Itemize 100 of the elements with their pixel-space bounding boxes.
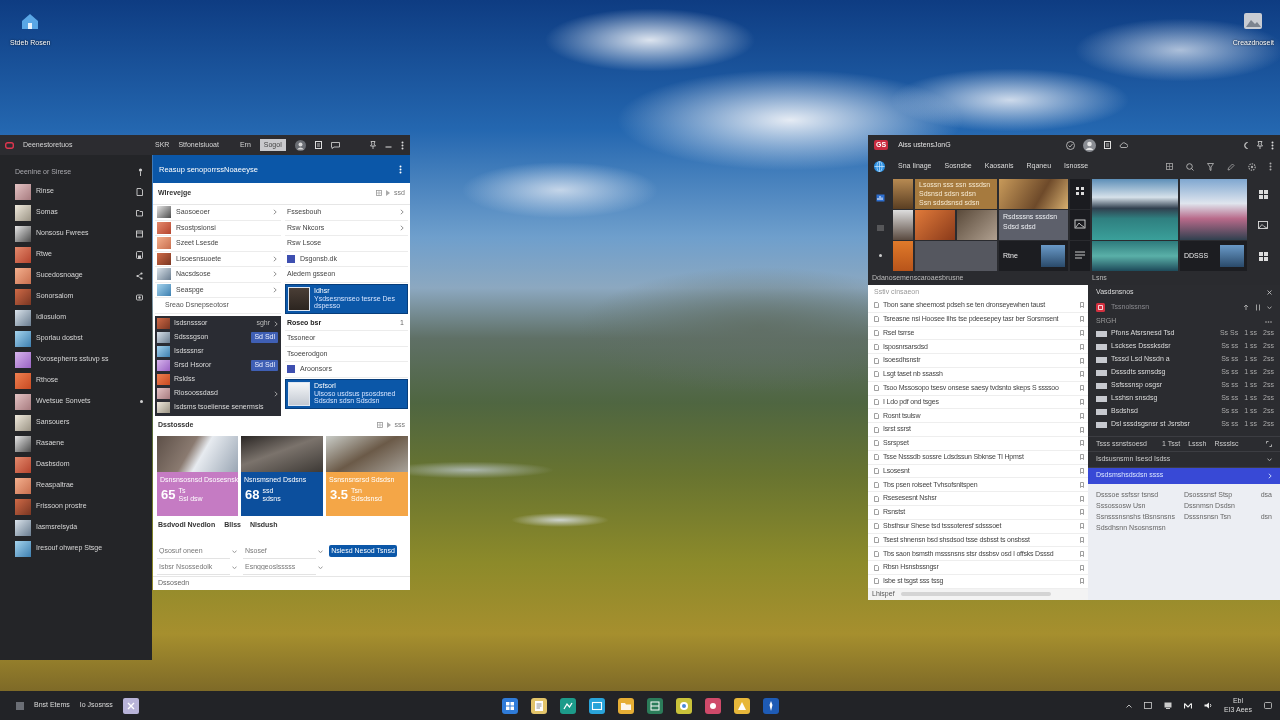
check-circle-icon[interactable]: [1065, 140, 1075, 150]
caret-icon: [1267, 458, 1272, 461]
filter-icon[interactable]: [1207, 162, 1214, 171]
pin-icon[interactable]: [370, 141, 376, 149]
upload-icon[interactable]: [1243, 304, 1249, 311]
document-icon[interactable]: [314, 141, 322, 149]
thumbnail-photo: [1096, 356, 1107, 363]
thumbnail-photo: [1096, 408, 1107, 415]
photo-placeholder: [999, 179, 1068, 209]
moon-icon[interactable]: [1243, 141, 1249, 149]
grid-icon[interactable]: [1258, 251, 1268, 261]
grid-icon[interactable]: [1070, 179, 1090, 209]
thumbnail-photo: [15, 519, 31, 536]
grid-icon[interactable]: [1258, 189, 1268, 199]
scrollbar[interactable]: [900, 592, 1051, 597]
thumbnail-photo: [1096, 395, 1107, 402]
app-icon[interactable]: [733, 697, 750, 714]
notification-icon[interactable]: [1264, 702, 1272, 709]
photo-placeholder: [893, 210, 913, 240]
list-icon[interactable]: [1070, 241, 1090, 271]
monitor-icon[interactable]: [1163, 702, 1172, 709]
more-icon[interactable]: [1269, 162, 1272, 171]
photo-placeholder: [915, 210, 955, 240]
start-icon[interactable]: [16, 701, 24, 710]
speaker-icon[interactable]: [1203, 702, 1212, 709]
avatar-icon[interactable]: [294, 139, 306, 151]
chart-icon[interactable]: [876, 193, 885, 202]
thumbnail-photo: [1096, 421, 1107, 428]
photo-placeholder: [893, 179, 913, 209]
app-icon[interactable]: [588, 697, 605, 714]
photo-placeholder: [1180, 179, 1247, 240]
camera-icon[interactable]: [136, 292, 143, 301]
swatch-icon: [287, 365, 295, 374]
thumbnail-photo: [1096, 369, 1107, 376]
app-icon[interactable]: [1096, 303, 1105, 312]
avatar-icon[interactable]: [1082, 138, 1096, 152]
thumbnail-photo: [15, 246, 31, 263]
photo-placeholder: [893, 241, 913, 271]
thumbnail-photo: [15, 225, 31, 242]
chat-icon[interactable]: [330, 141, 340, 149]
window-icon[interactable]: [1143, 702, 1152, 709]
more-icon[interactable]: [399, 164, 402, 174]
close-icon[interactable]: [1267, 289, 1272, 295]
app-icon[interactable]: [675, 697, 692, 714]
search-icon[interactable]: [1186, 162, 1194, 171]
more-icon[interactable]: [1271, 140, 1274, 150]
photo-placeholder: [1041, 245, 1065, 267]
photo-placeholder: [957, 210, 997, 240]
settings-icon[interactable]: [1248, 162, 1256, 171]
chevron-icon: [273, 255, 277, 262]
app-icon[interactable]: [559, 697, 576, 714]
expand-icon[interactable]: [1266, 441, 1272, 447]
thumbnail-photo: [15, 288, 31, 305]
pin-icon[interactable]: [138, 168, 143, 176]
globe-icon[interactable]: [874, 161, 885, 172]
thumbnail-photo: [15, 330, 31, 347]
share-icon[interactable]: [136, 271, 143, 280]
chevron-icon: [400, 209, 404, 216]
folder-icon[interactable]: [136, 208, 143, 217]
mail-icon[interactable]: [1183, 702, 1192, 709]
thumbnail-photo: [157, 268, 171, 281]
document-icon[interactable]: [1103, 141, 1111, 149]
app-icon[interactable]: [646, 697, 663, 714]
save-icon[interactable]: [136, 250, 143, 259]
thumbnail-photo: [157, 402, 170, 413]
edit-icon[interactable]: [1227, 162, 1235, 171]
thumbnail-photo: [15, 372, 31, 389]
thumbnail-photo: [15, 267, 31, 284]
app-icon[interactable]: [704, 697, 721, 714]
cloud-icon[interactable]: [1118, 142, 1128, 148]
app-icon[interactable]: [762, 697, 779, 714]
thumbnail-photo: [157, 388, 170, 399]
thumbnail-photo: [15, 351, 31, 368]
app-icon[interactable]: [530, 697, 547, 714]
chevron-icon: [1268, 472, 1272, 479]
close-icon[interactable]: [122, 697, 139, 714]
house-icon: [20, 12, 41, 30]
app-icon[interactable]: [617, 697, 634, 714]
thumbnail-photo: [15, 456, 31, 473]
thumbnail-photo: [157, 360, 170, 371]
thumbnail-photo: [288, 381, 310, 406]
pin-icon[interactable]: [1257, 141, 1263, 149]
image-icon[interactable]: [1070, 210, 1090, 240]
chevron-icon: [274, 390, 278, 397]
thumbnail-photo: [1096, 343, 1107, 350]
more-icon[interactable]: [401, 140, 404, 150]
app-icon[interactable]: [501, 697, 518, 714]
card-value: 68: [245, 486, 260, 503]
pause-icon[interactable]: [1255, 304, 1261, 311]
window-icon[interactable]: [136, 229, 143, 238]
thumbnail-photo: [157, 206, 171, 219]
chevron-up-icon[interactable]: [1125, 703, 1132, 708]
thumbnail-photo: [15, 309, 31, 326]
chevron-icon: [400, 224, 404, 231]
dot-icon[interactable]: [879, 253, 882, 257]
caret-icon[interactable]: [1267, 306, 1272, 309]
thumbnail-photo: [157, 346, 170, 357]
image-icon[interactable]: [1258, 221, 1268, 229]
card-value: 3.5: [330, 486, 349, 503]
file-icon[interactable]: [136, 187, 143, 196]
